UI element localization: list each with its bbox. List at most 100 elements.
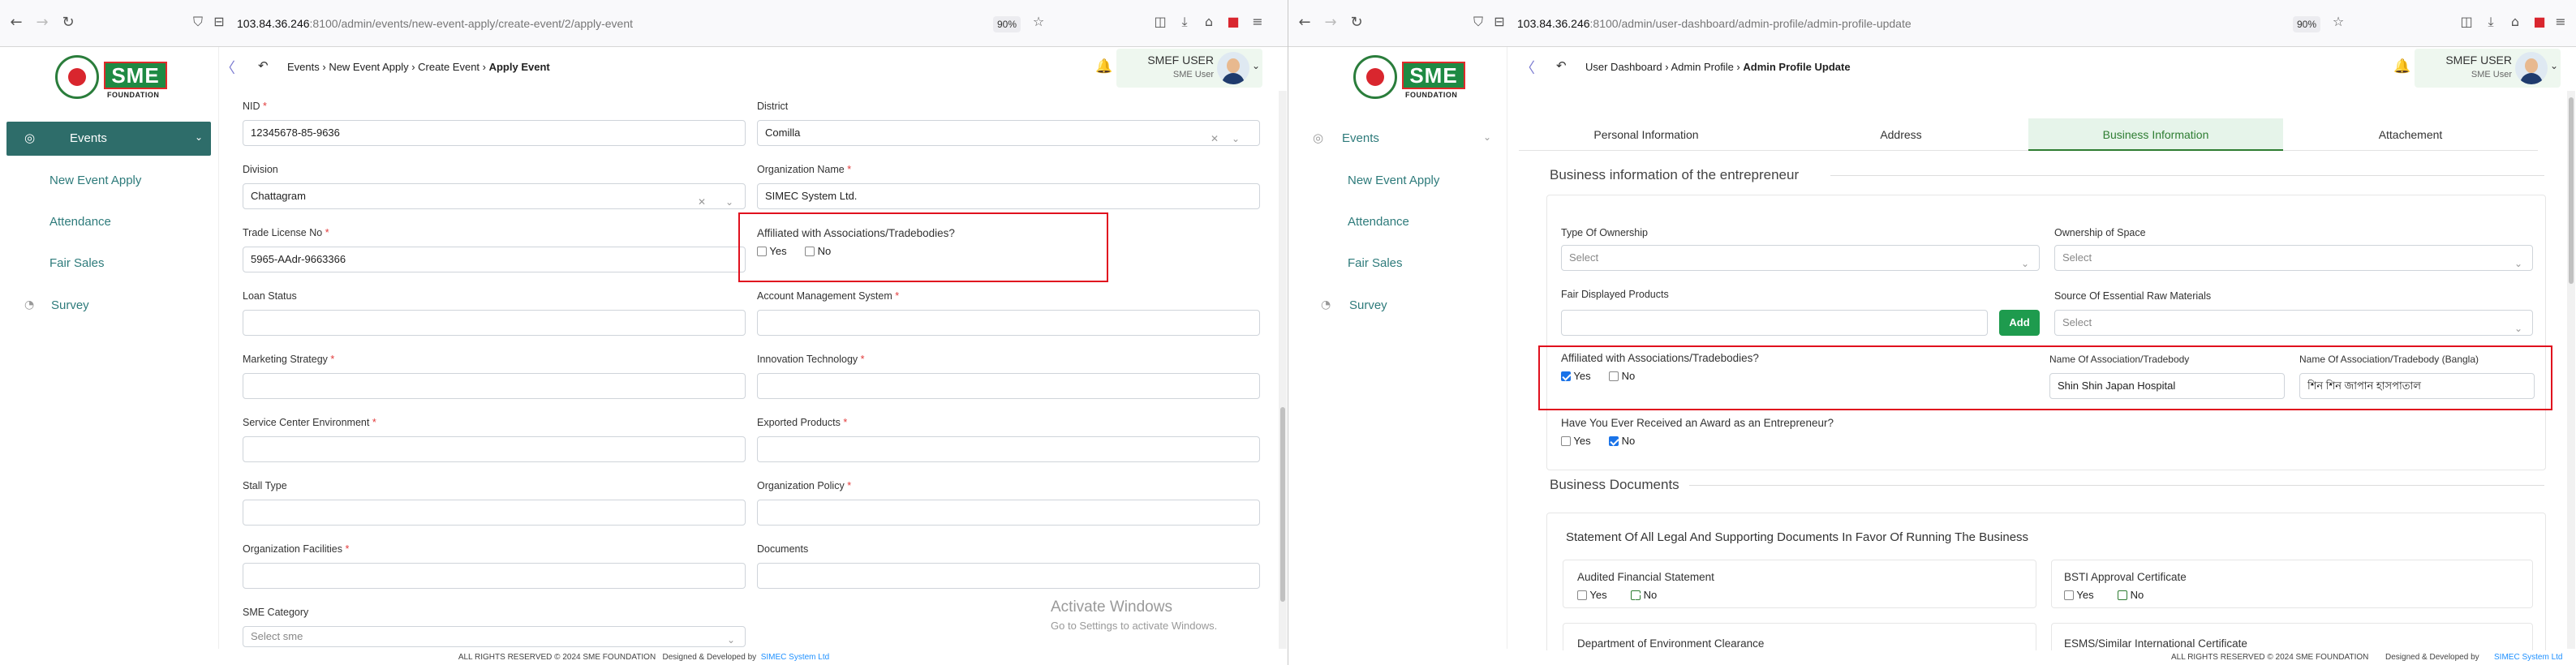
- affiliated-yes-option[interactable]: Yes: [1561, 370, 1591, 382]
- pocket-icon[interactable]: ◫: [2457, 12, 2476, 32]
- sidebar-item-fair-sales[interactable]: Fair Sales: [1348, 256, 1403, 270]
- user-menu[interactable]: SMEF USER SME User ⌄: [2415, 49, 2561, 88]
- ownership-type-select[interactable]: Select ⌄: [1561, 245, 2040, 271]
- ownership-space-select[interactable]: Select ⌄: [2054, 245, 2533, 271]
- sidebar-item-new-event-apply[interactable]: New Event Apply: [49, 174, 141, 187]
- scrollbar[interactable]: [2567, 91, 2575, 649]
- addon-icon[interactable]: ■: [1223, 12, 1243, 32]
- affiliated-yes-option[interactable]: Yes: [757, 245, 787, 257]
- back-arrow-icon[interactable]: ↶: [1556, 58, 1567, 73]
- footer-link[interactable]: SIMEC System Ltd: [761, 653, 829, 662]
- sidebar-item-attendance[interactable]: Attendance: [1348, 215, 1409, 229]
- district-select[interactable]: Comilla ✕ ⌄: [757, 120, 1260, 146]
- award-yes-option[interactable]: Yes: [1561, 435, 1591, 447]
- orgname-field[interactable]: SIMEC System Ltd.: [757, 183, 1260, 209]
- doc-bsti-yes[interactable]: Yes: [2064, 589, 2094, 601]
- extensions-icon[interactable]: ⌂: [1199, 12, 1219, 32]
- fair-products-field[interactable]: [1561, 310, 1988, 336]
- reload-icon[interactable]: ↻: [1347, 13, 1366, 32]
- tab-business-information[interactable]: Business Information: [2028, 118, 2283, 151]
- scrollbar[interactable]: [1279, 91, 1287, 649]
- breadcrumb-item[interactable]: Create Event: [418, 61, 480, 73]
- sidebar-item-attendance[interactable]: Attendance: [49, 215, 111, 229]
- raw-materials-select[interactable]: Select ⌄: [2054, 310, 2533, 336]
- add-button[interactable]: Add: [1999, 310, 2040, 336]
- bookmark-star-icon[interactable]: ☆: [2329, 12, 2348, 32]
- clear-icon[interactable]: ✕: [1211, 127, 1219, 145]
- menu-icon[interactable]: ≡: [2551, 12, 2570, 32]
- collapse-sidebar-icon[interactable]: 〈: [1520, 57, 1535, 78]
- chevron-down-icon[interactable]: ⌄: [1252, 60, 1260, 71]
- category-select[interactable]: Select sme ⌄: [243, 626, 746, 647]
- yes-checkbox[interactable]: [1561, 436, 1571, 446]
- innovation-field[interactable]: [757, 373, 1260, 399]
- affiliated-no-option[interactable]: No: [1609, 370, 1635, 382]
- sidebar-item-events[interactable]: ◎ Events ⌄: [6, 122, 211, 156]
- lock-icon[interactable]: ⊟: [1490, 12, 1509, 32]
- clear-icon[interactable]: ✕: [698, 190, 706, 208]
- division-select[interactable]: Chattagram ✕ ⌄: [243, 183, 746, 209]
- forward-icon[interactable]: →: [32, 13, 52, 32]
- breadcrumb-item[interactable]: Admin Profile: [1671, 61, 1734, 73]
- addon-icon[interactable]: ■: [2530, 12, 2549, 32]
- url-bar[interactable]: 103.84.36.246:8100/admin/events/new-even…: [237, 11, 967, 36]
- doc-bsti-no[interactable]: No: [2118, 589, 2144, 601]
- download-icon[interactable]: ⤓: [1175, 12, 1194, 32]
- sidebar-item-survey[interactable]: Survey: [51, 298, 89, 312]
- yes-checkbox[interactable]: [1577, 590, 1587, 600]
- forward-icon[interactable]: →: [1321, 13, 1340, 32]
- pocket-icon[interactable]: ◫: [1150, 12, 1170, 32]
- breadcrumb-item[interactable]: New Event Apply: [329, 61, 408, 73]
- menu-icon[interactable]: ≡: [1248, 12, 1267, 32]
- sidebar-item-events[interactable]: ◎ Events ⌄: [1295, 122, 1499, 156]
- extensions-icon[interactable]: ⌂: [2505, 12, 2525, 32]
- zoom-indicator[interactable]: 90%: [2293, 16, 2320, 32]
- breadcrumb-item[interactable]: User Dashboard: [1585, 61, 1662, 73]
- assoc-name-field[interactable]: Shin Shin Japan Hospital: [2049, 373, 2285, 399]
- back-icon[interactable]: ←: [6, 13, 26, 32]
- award-no-option[interactable]: No: [1609, 435, 1635, 447]
- shield-icon[interactable]: ⛉: [1469, 12, 1488, 32]
- tab-address[interactable]: Address: [1774, 118, 2028, 151]
- zoom-indicator[interactable]: 90%: [993, 16, 1021, 32]
- url-bar[interactable]: 103.84.36.246:8100/admin/user-dashboard/…: [1517, 11, 2247, 36]
- affiliated-no-option[interactable]: No: [805, 245, 831, 257]
- account-field[interactable]: [757, 310, 1260, 336]
- back-arrow-icon[interactable]: ↶: [258, 58, 269, 73]
- yes-checkbox[interactable]: [757, 247, 767, 256]
- breadcrumb-item[interactable]: Events: [287, 61, 320, 73]
- doc-audited-no[interactable]: No: [1631, 589, 1657, 601]
- tab-personal-information[interactable]: Personal Information: [1519, 118, 1774, 151]
- reload-icon[interactable]: ↻: [58, 13, 78, 32]
- no-checkbox[interactable]: [1609, 371, 1619, 381]
- no-checkbox[interactable]: [805, 247, 815, 256]
- service-field[interactable]: [243, 436, 746, 462]
- yes-checkbox[interactable]: [1561, 371, 1571, 381]
- no-checkbox[interactable]: [1631, 590, 1641, 600]
- download-icon[interactable]: ⤓: [2481, 12, 2501, 32]
- no-checkbox[interactable]: [1609, 436, 1619, 446]
- stall-field[interactable]: [243, 500, 746, 526]
- doc-audited-yes[interactable]: Yes: [1577, 589, 1607, 601]
- sidebar-item-fair-sales[interactable]: Fair Sales: [49, 256, 105, 270]
- sidebar-item-new-event-apply[interactable]: New Event Apply: [1348, 174, 1439, 187]
- loan-status-field[interactable]: [243, 310, 746, 336]
- assoc-name-bangla-field[interactable]: শিন শিন জাপান হাসপাতাল: [2299, 373, 2535, 399]
- sidebar-item-survey[interactable]: Survey: [1349, 298, 1387, 312]
- facilities-field[interactable]: [243, 563, 746, 589]
- back-icon[interactable]: ←: [1295, 13, 1314, 32]
- nid-field[interactable]: 12345678-85-9636: [243, 120, 746, 146]
- bookmark-star-icon[interactable]: ☆: [1029, 12, 1048, 32]
- footer-link[interactable]: SIMEC System Ltd: [2494, 650, 2562, 665]
- user-menu[interactable]: SMEF USER SME User ⌄: [1116, 49, 1262, 88]
- shield-icon[interactable]: ⛉: [188, 12, 208, 32]
- bell-icon[interactable]: 🔔: [1095, 58, 1112, 76]
- documents-field[interactable]: [757, 563, 1260, 589]
- tab-attachement[interactable]: Attachement: [2283, 118, 2538, 151]
- no-checkbox[interactable]: [2118, 590, 2127, 600]
- trade-license-field[interactable]: 5965-AAdr-9663366: [243, 247, 746, 272]
- yes-checkbox[interactable]: [2064, 590, 2074, 600]
- lock-icon[interactable]: ⊟: [209, 12, 229, 32]
- collapse-sidebar-icon[interactable]: 〈: [221, 57, 235, 78]
- exported-field[interactable]: [757, 436, 1260, 462]
